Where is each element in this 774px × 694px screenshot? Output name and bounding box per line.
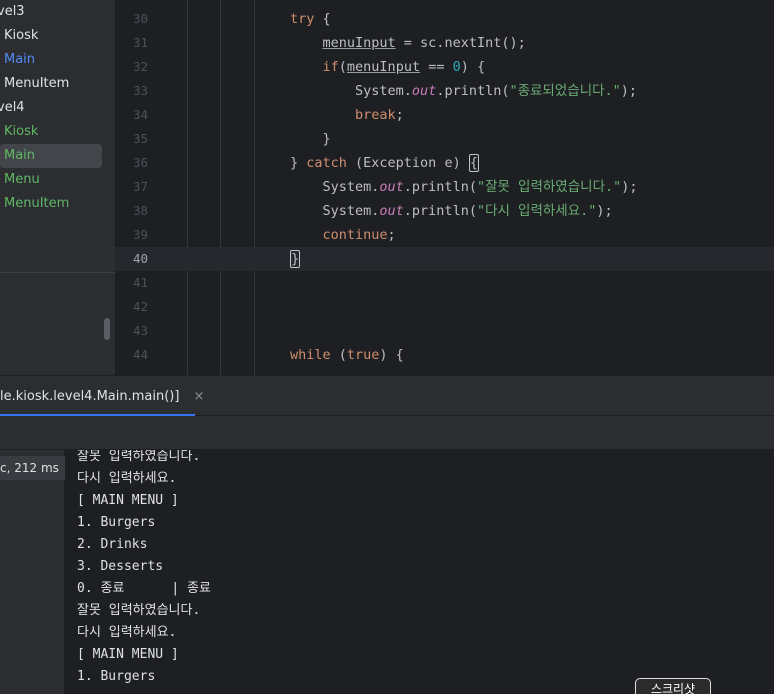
- run-toolbar: [0, 416, 774, 450]
- project-tree-item-label: Kiosk: [4, 28, 39, 43]
- project-tree-item-label: Kiosk: [4, 124, 39, 139]
- code-text: continue;: [322, 227, 396, 243]
- code-line[interactable]: 35 }: [115, 127, 774, 151]
- line-number: 31: [132, 35, 148, 50]
- project-tree-item-label: Menu: [4, 172, 40, 187]
- project-tree-item[interactable]: Main: [0, 48, 115, 72]
- line-number: 40: [132, 251, 148, 266]
- console-line: 3. Desserts: [77, 559, 164, 574]
- console-line: [ MAIN MENU ]: [77, 647, 179, 662]
- code-line[interactable]: 40}: [115, 247, 774, 271]
- code-text: System.out.println("종료되었습니다.");: [290, 83, 638, 99]
- code-text: if(menuInput == 0) {: [322, 59, 486, 75]
- project-tree-item[interactable]: MenuItem: [0, 72, 115, 96]
- run-results-tree: c, 212 ms: [0, 450, 65, 694]
- project-tree-item[interactable]: vel3: [0, 0, 115, 24]
- line-number: 38: [132, 203, 148, 218]
- console-line: 잘못 입력하였습니다.: [77, 450, 201, 464]
- console-line: [ MAIN MENU ]: [77, 493, 179, 508]
- project-tree-item-label: vel3: [0, 4, 25, 19]
- run-result-node[interactable]: c, 212 ms: [0, 456, 65, 480]
- project-tree-item[interactable]: MenuItem: [0, 192, 115, 216]
- code-text: System.out.println("잘못 입력하였습니다.");: [290, 179, 638, 195]
- project-tree-item[interactable]: Menu: [0, 168, 115, 192]
- project-tree-item[interactable]: Kiosk: [0, 24, 115, 48]
- console-line: 다시 입력하세요.: [77, 625, 177, 640]
- panel-divider: [0, 272, 115, 273]
- project-tree-item-label: MenuItem: [4, 76, 70, 91]
- line-number: 35: [132, 131, 148, 146]
- tooltip-label: 스크리샷: [650, 682, 696, 694]
- line-number: 32: [132, 59, 148, 74]
- project-tree-item[interactable]: Kiosk: [0, 120, 115, 144]
- console-line: 0. 종료 | 종료: [77, 581, 211, 596]
- code-line[interactable]: 41: [115, 271, 774, 295]
- code-line[interactable]: 31 menuInput = sc.nextInt();: [115, 31, 774, 55]
- run-panel-header: le.kiosk.level4.Main.main()] ×: [0, 375, 774, 416]
- line-number: 37: [132, 179, 148, 194]
- close-icon[interactable]: ×: [193, 389, 204, 404]
- project-tree-item[interactable]: Main: [0, 144, 102, 168]
- console-output[interactable]: 잘못 입력하였습니다. 다시 입력하세요. [ MAIN MENU ] 1. Burg…: [66, 450, 774, 694]
- line-number: 36: [132, 155, 148, 170]
- project-tree-item-label: Main: [4, 52, 36, 67]
- line-number: 30: [132, 11, 148, 26]
- code-line[interactable]: 39 continue;: [115, 223, 774, 247]
- code-line[interactable]: 33 System.out.println("종료되었습니다.");: [115, 79, 774, 103]
- project-tree-item-label: Main: [4, 148, 36, 163]
- code-text: System.out.println("다시 입력하세요.");: [290, 203, 613, 219]
- project-tree-panel: vel3 Kiosk Main MenuItem vel4 Kiosk Main Menu Me…: [0, 0, 115, 375]
- code-line[interactable]: 44 while (true) {: [115, 343, 774, 367]
- code-text: while (true) {: [290, 347, 404, 363]
- line-number: 42: [132, 299, 148, 314]
- line-number: 33: [132, 83, 148, 98]
- code-text: } catch (Exception e) {: [290, 154, 479, 172]
- code-text: }: [290, 131, 331, 147]
- code-line[interactable]: 30 try {: [115, 7, 774, 31]
- line-number: 43: [132, 323, 148, 338]
- code-text: menuInput = sc.nextInt();: [322, 35, 526, 51]
- code-editor[interactable]: 30 try {31 menuInput = sc.nextInt(); 32 if…: [115, 0, 774, 375]
- code-line[interactable]: 32 if(menuInput == 0) {: [115, 55, 774, 79]
- project-tree-item-label: MenuItem: [4, 196, 70, 211]
- line-number: 41: [132, 275, 148, 290]
- line-number: 34: [132, 107, 148, 122]
- line-number: 39: [132, 227, 148, 242]
- console-line: 다시 입력하세요.: [77, 471, 177, 486]
- code-line[interactable]: 34 break;: [115, 103, 774, 127]
- console-line: 잘못 입력하였습니다.: [77, 603, 201, 618]
- code-text: }: [290, 250, 301, 268]
- code-line[interactable]: 42: [115, 295, 774, 319]
- screenshot-tooltip: 스크리샷: [635, 678, 711, 694]
- run-tab[interactable]: le.kiosk.level4.Main.main()] ×: [0, 376, 212, 416]
- code-text: break;: [355, 107, 404, 123]
- code-line[interactable]: 38 System.out.println("다시 입력하세요.");: [115, 199, 774, 223]
- line-number: 44: [132, 347, 148, 362]
- console-line: 2. Drinks: [77, 537, 148, 552]
- project-tree-item-label: vel4: [0, 100, 25, 115]
- console-line: 1. Burgers: [77, 669, 156, 684]
- console-line: 1. Burgers: [77, 515, 156, 530]
- code-line[interactable]: 37 System.out.println("잘못 입력하였습니다.");: [115, 175, 774, 199]
- code-line[interactable]: 36 } catch (Exception e) {: [115, 151, 774, 175]
- run-tab-label: le.kiosk.level4.Main.main()]: [0, 388, 180, 404]
- code-line[interactable]: 43: [115, 319, 774, 343]
- project-tree-item[interactable]: vel4: [0, 96, 115, 120]
- code-text: try {: [290, 11, 331, 27]
- tree-scrollbar-thumb[interactable]: [104, 318, 110, 340]
